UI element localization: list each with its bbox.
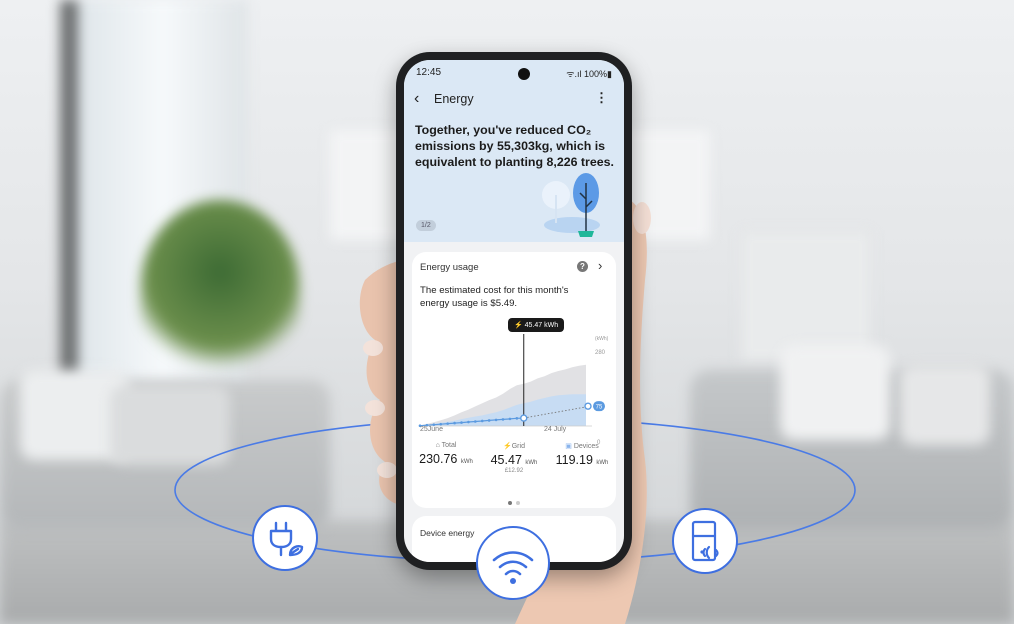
bolt-icon: ⚡ bbox=[503, 443, 512, 450]
usage-stats: ⌂ Total 230.76 kWh ⚡Grid 45.47 kWh £12.9… bbox=[412, 442, 616, 482]
end-point bbox=[584, 402, 592, 410]
phone-screen: 12:45 ᯤ.ıl 100%▮ ‹ Energy ⋮ Together, yo… bbox=[404, 60, 624, 562]
grid-point bbox=[501, 418, 505, 421]
pager-indicator: 1/2 bbox=[416, 220, 436, 231]
status-icons: ᯤ.ıl 100%▮ bbox=[566, 69, 612, 79]
grid-point bbox=[480, 419, 484, 423]
stat-value: 230.76 kWh bbox=[419, 452, 473, 466]
status-time: 12:45 bbox=[416, 67, 442, 78]
app-bar: ‹ Energy ⋮ bbox=[414, 90, 614, 110]
plug-leaf-feature bbox=[252, 505, 318, 571]
grid-point bbox=[446, 422, 449, 425]
stat-total: ⌂ Total 230.76 kWh bbox=[412, 442, 480, 466]
unit-label: (kWh) bbox=[595, 336, 609, 342]
grid-point bbox=[487, 419, 491, 422]
cursor-point[interactable] bbox=[520, 414, 528, 422]
co2-banner: 12:45 ᯤ.ıl 100%▮ ‹ Energy ⋮ Together, yo… bbox=[404, 60, 624, 242]
smart-fridge-feature bbox=[672, 508, 738, 574]
grid-point bbox=[494, 418, 498, 422]
stat-value: 45.47 kWh bbox=[490, 453, 538, 467]
plug-leaf-icon bbox=[269, 521, 304, 557]
stat-devices: ▣ Devices 119.19 kWh bbox=[548, 442, 616, 467]
stat-cost: £12.92 bbox=[504, 468, 524, 474]
page-dots[interactable] bbox=[506, 492, 522, 510]
marker-value: 75 bbox=[596, 404, 603, 410]
page-dot-active[interactable] bbox=[508, 501, 512, 505]
camera-cutout bbox=[518, 68, 530, 80]
devices-icon: ▣ bbox=[565, 443, 574, 450]
x-tick-label: 24 July bbox=[544, 426, 567, 433]
stat-label-devices: ▣ Devices bbox=[565, 443, 599, 450]
y-tick-label: 280 bbox=[595, 350, 606, 356]
wifi-feature bbox=[476, 526, 550, 600]
grid-point bbox=[460, 421, 463, 424]
status-bar: 12:45 ᯤ.ıl 100%▮ bbox=[416, 67, 612, 81]
grid-point bbox=[474, 420, 477, 423]
page-title: Energy bbox=[434, 92, 474, 106]
grid-point bbox=[515, 417, 519, 420]
chevron-left-icon[interactable]: ‹ bbox=[414, 90, 419, 108]
grid-point bbox=[467, 420, 470, 424]
smart-fridge-icon bbox=[691, 520, 719, 562]
stat-label-grid: ⚡Grid bbox=[503, 443, 525, 450]
card-title: Device energy bbox=[420, 528, 475, 538]
energy-chart[interactable]: 75 bbox=[412, 252, 616, 442]
stat-grid: ⚡Grid 45.47 kWh £12.92 bbox=[480, 442, 548, 474]
grid-point bbox=[508, 417, 512, 421]
stat-label-total: ⌂ Total bbox=[435, 442, 457, 449]
grid-point bbox=[453, 421, 456, 425]
wifi-icon bbox=[492, 551, 534, 584]
page-dot[interactable] bbox=[516, 501, 520, 505]
stat-value: 119.19 kWh bbox=[555, 453, 609, 467]
tree-illustration bbox=[542, 173, 600, 237]
x-tick-label: 25June bbox=[420, 426, 443, 433]
energy-usage-card[interactable]: Energy usage ? › The estimated cost for … bbox=[412, 252, 616, 508]
more-vert-icon[interactable]: ⋮ bbox=[595, 90, 608, 106]
chart-tooltip: ⚡ 45.47 kWh bbox=[508, 318, 565, 332]
